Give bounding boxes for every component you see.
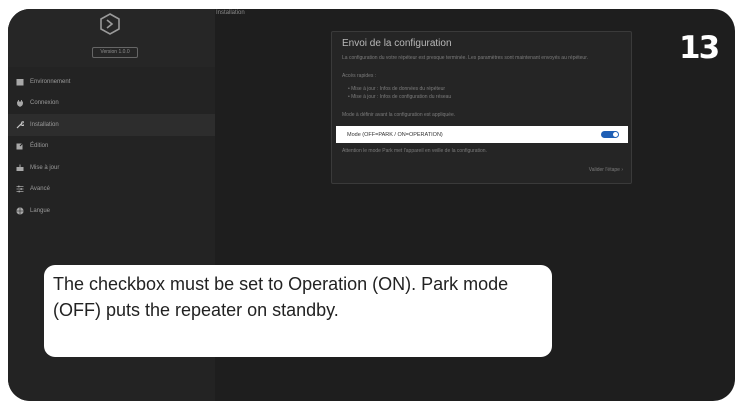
sidebar-item-environnement[interactable]: Environnement	[8, 71, 215, 93]
sidebar-item-label: Connexion	[30, 100, 59, 107]
app-header-text: Installation	[216, 10, 245, 16]
sidebar-item-label: Avancé	[30, 186, 50, 193]
config-bullet-list: Mise à jour : Infos de données du répéte…	[348, 85, 451, 101]
tooltip-text: The checkbox must be set to Operation (O…	[53, 274, 509, 320]
list-item: Mise à jour : Infos de configuration du …	[348, 93, 451, 101]
mode-row: Mode (OFF=PARK / ON=OPERATION)	[336, 126, 628, 143]
sidebar-nav: Environnement Connexion Installation Édi…	[8, 71, 215, 222]
sidebar-item-label: Installation	[30, 121, 59, 128]
config-description: La configuration du votre répéteur est p…	[342, 55, 588, 61]
screenshot-frame: Installation Version 1.0.0 Environnement…	[8, 9, 735, 401]
sidebar-item-label: Mise à jour	[30, 164, 60, 171]
sidebar-item-installation[interactable]: Installation	[8, 114, 215, 136]
sidebar-item-connexion[interactable]: Connexion	[8, 93, 215, 115]
config-title: Envoi de la configuration	[342, 38, 452, 49]
list-item: Mise à jour : Infos de données du répéte…	[348, 85, 451, 93]
sidebar-item-label: Édition	[30, 143, 49, 150]
config-card: Envoi de la configuration La configurati…	[331, 31, 632, 184]
config-note: Mode à définir avant la configuration es…	[342, 112, 456, 118]
wrench-icon	[15, 120, 24, 129]
sidebar-item-langue[interactable]: Langue	[8, 200, 215, 222]
config-warning: Attention le mode Park met l'appareil en…	[342, 148, 487, 154]
sidebar-item-edition[interactable]: Édition	[8, 136, 215, 158]
update-icon	[15, 163, 24, 172]
plug-icon	[15, 99, 24, 108]
brand-area: Version 1.0.0	[8, 9, 215, 67]
instruction-tooltip: The checkbox must be set to Operation (O…	[44, 265, 552, 357]
step-number: 13	[679, 30, 720, 66]
sliders-icon	[15, 185, 24, 194]
sidebar-item-mise-a-jour[interactable]: Mise à jour	[8, 157, 215, 179]
mode-label: Mode (OFF=PARK / ON=OPERATION)	[347, 131, 443, 138]
config-access-label: Accès rapides :	[342, 73, 377, 79]
globe-icon	[15, 206, 24, 215]
sidebar-item-label: Langue	[30, 207, 51, 214]
sidebar-item-label: Environnement	[30, 78, 71, 85]
mode-toggle[interactable]	[601, 131, 619, 138]
edit-icon	[15, 142, 24, 151]
version-badge: Version 1.0.0	[92, 47, 138, 58]
next-step-button[interactable]: Valider l'étape ›	[589, 167, 623, 173]
logo-icon	[100, 13, 120, 35]
building-icon	[15, 77, 24, 86]
sidebar-item-avance[interactable]: Avancé	[8, 179, 215, 201]
toggle-knob	[613, 132, 618, 137]
